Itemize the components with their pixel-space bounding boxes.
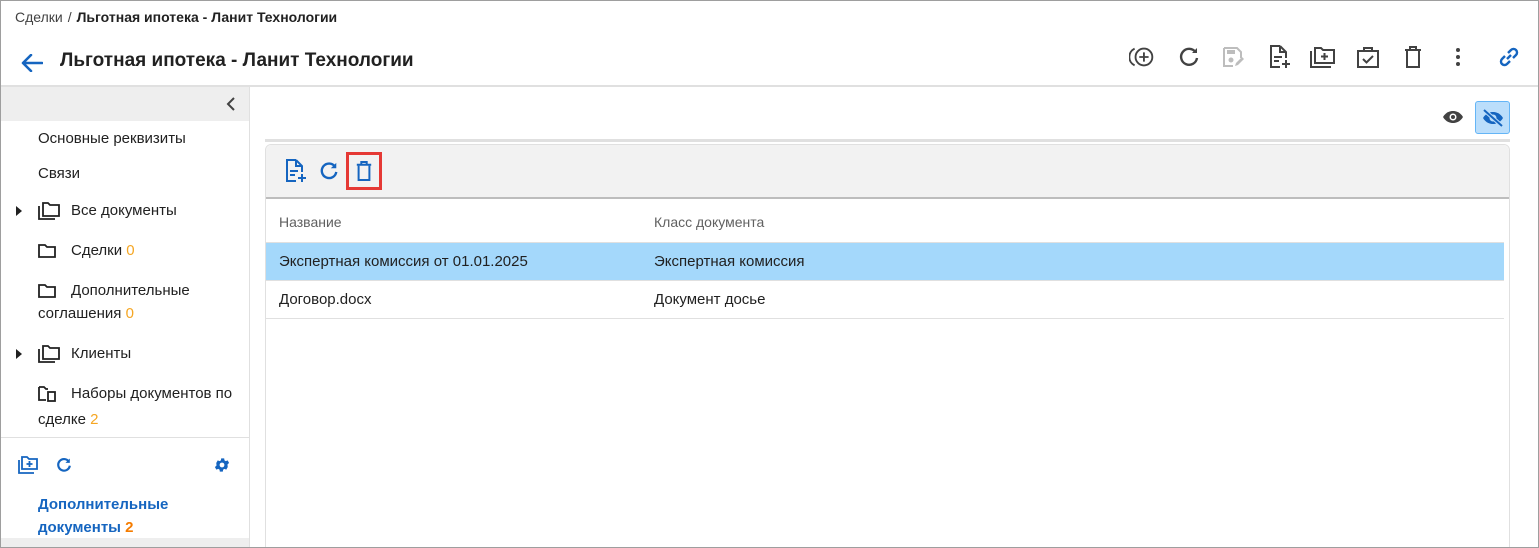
sidebar-item-label: соглашения — [38, 305, 122, 322]
table-header: Название Класс документа — [266, 201, 1504, 243]
add-document-button[interactable] — [280, 155, 310, 187]
sidebar-add-folder-button[interactable] — [17, 454, 39, 476]
delete-icon — [1405, 46, 1421, 68]
expand-arrow-icon[interactable] — [15, 349, 23, 359]
active-section-label-2: документы — [38, 519, 121, 536]
column-header-name[interactable]: Название — [279, 201, 342, 243]
sidebar-item-document-sets[interactable]: Наборы документов по сделке 2 — [1, 382, 249, 430]
folder-multiple-icon — [38, 345, 60, 363]
column-header-class[interactable]: Класс документа — [654, 201, 764, 243]
expand-arrow-icon[interactable] — [15, 206, 23, 216]
sidebar-item-additional-agreements[interactable]: Дополнительные соглашения 0 — [1, 279, 249, 327]
task-button[interactable] — [1354, 43, 1382, 71]
sidebar-item-label: сделке — [38, 411, 86, 428]
delete-button[interactable] — [1399, 43, 1427, 71]
sidebar-header — [1, 87, 249, 121]
breadcrumb-link-deals[interactable]: Сделки — [15, 9, 63, 25]
refresh-icon — [320, 162, 338, 180]
breadcrumb: Сделки / Льготная ипотека - Ланит Технол… — [15, 9, 337, 25]
task-check-icon — [1357, 47, 1379, 68]
sidebar-item-clients[interactable]: Клиенты — [1, 342, 249, 366]
sidebar-settings-button[interactable] — [211, 454, 233, 476]
arrow-left-icon — [21, 54, 43, 72]
breadcrumb-separator: / — [67, 9, 72, 25]
save-disabled-icon — [1223, 47, 1244, 67]
more-vert-icon — [1456, 48, 1460, 66]
add-folder-icon — [18, 456, 38, 474]
refresh-icon — [57, 457, 71, 472]
delete-icon — [356, 161, 372, 181]
refresh-icon — [1179, 47, 1199, 66]
table-row[interactable]: Экспертная комиссия от 01.01.2025 Экспер… — [266, 243, 1504, 281]
page-title: Льготная ипотека - Ланит Технологии — [60, 50, 414, 71]
folder-icon — [38, 244, 56, 258]
sidebar-item-all-documents[interactable]: Все документы — [1, 199, 249, 223]
cell-name: Договор.docx — [279, 291, 372, 308]
folder-icon — [38, 284, 56, 298]
collapse-sidebar-button[interactable] — [221, 94, 241, 114]
count-badge: 0 — [126, 242, 135, 259]
save-button[interactable] — [1219, 43, 1247, 71]
add-document-icon — [1270, 45, 1290, 68]
panel-toolbar — [266, 145, 1509, 199]
breadcrumb-current: Льготная ипотека - Ланит Технологии — [76, 9, 338, 25]
show-preview-button[interactable] — [1438, 102, 1468, 132]
sidebar-footer — [1, 538, 249, 547]
link-button[interactable] — [1495, 43, 1523, 71]
documents-table: Название Класс документа Экспертная коми… — [266, 201, 1504, 319]
eye-icon — [1443, 111, 1463, 123]
cell-class: Документ досье — [654, 291, 766, 308]
title-row: Льготная ипотека - Ланит Технологии — [1, 41, 1538, 85]
chevron-left-icon — [226, 97, 235, 111]
sidebar-divider — [1, 437, 249, 438]
cell-name: Экспертная комиссия от 01.01.2025 — [279, 253, 528, 270]
delete-button[interactable] — [346, 152, 382, 190]
back-button[interactable] — [19, 51, 45, 75]
hide-preview-button[interactable] — [1475, 101, 1510, 134]
documents-panel: Название Класс документа Экспертная коми… — [265, 144, 1510, 547]
add-folder-icon — [1310, 47, 1335, 68]
count-badge: 0 — [125, 305, 134, 322]
add-document-button[interactable] — [1265, 43, 1293, 71]
app-window: Сделки / Льготная ипотека - Ланит Технол… — [0, 0, 1539, 548]
refresh-button[interactable] — [314, 155, 344, 187]
active-section-label: Дополнительные — [38, 496, 169, 513]
sidebar-item-deals[interactable]: Сделки 0 — [1, 239, 249, 263]
sidebar: Основные реквизиты Связи Все документы С… — [1, 87, 250, 547]
sidebar-item-label: Сделки — [71, 242, 123, 259]
eye-off-icon — [1482, 108, 1503, 127]
sidebar-refresh-button[interactable] — [53, 454, 75, 476]
count-badge: 2 — [125, 519, 134, 536]
add-circle-button[interactable] — [1129, 43, 1157, 71]
table-row[interactable]: Договор.docx Документ досье — [266, 281, 1504, 319]
sidebar-active-section[interactable]: Дополнительные документы 2 — [38, 493, 238, 539]
sidebar-item-main-details[interactable]: Основные реквизиты — [1, 127, 249, 151]
add-circle-icon — [1129, 47, 1154, 67]
add-folder-button[interactable] — [1309, 43, 1337, 71]
document-set-icon — [38, 386, 56, 402]
sidebar-item-links[interactable]: Связи — [1, 162, 249, 186]
panel-top-divider — [265, 139, 1510, 142]
link-icon — [1499, 47, 1519, 67]
gear-icon — [214, 458, 230, 472]
folder-multiple-icon — [38, 202, 60, 220]
more-menu-button[interactable] — [1444, 43, 1472, 71]
refresh-button[interactable] — [1175, 43, 1203, 71]
count-badge: 2 — [90, 411, 99, 428]
cell-class: Экспертная комиссия — [654, 253, 805, 270]
main-content: Название Класс документа Экспертная коми… — [251, 87, 1538, 547]
add-document-icon — [286, 159, 306, 182]
